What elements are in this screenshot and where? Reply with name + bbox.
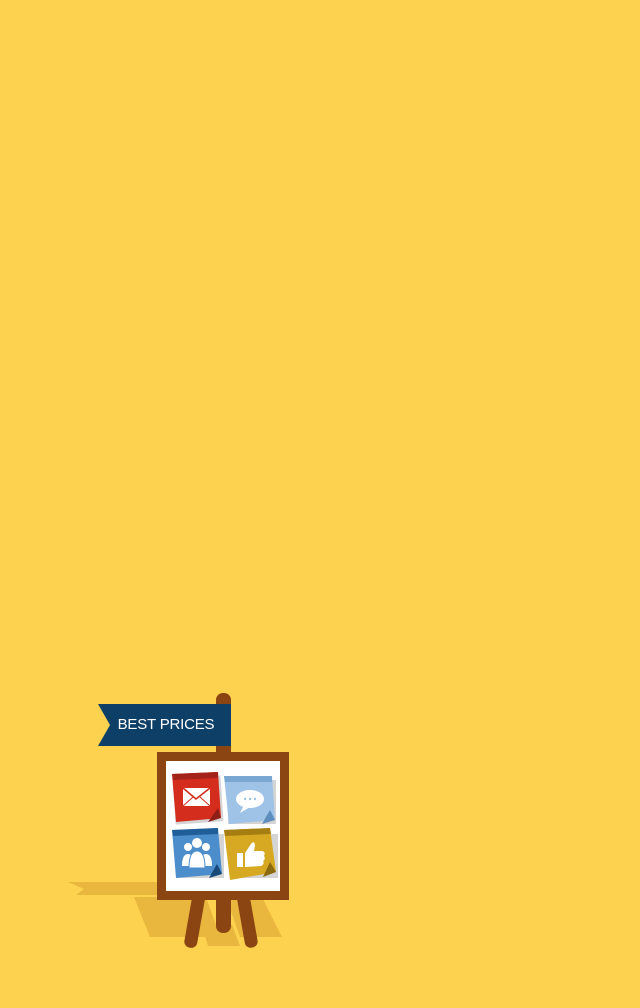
best-prices-label: BEST PRICES [117, 716, 215, 733]
chat-bubble-icon [224, 776, 276, 824]
best-prices-illustration: BEST PRICES [0, 0, 640, 1008]
people-icon [172, 828, 224, 878]
thumbs-up-icon [224, 828, 278, 880]
easel-graphic [68, 693, 289, 948]
mail-icon [172, 772, 224, 825]
